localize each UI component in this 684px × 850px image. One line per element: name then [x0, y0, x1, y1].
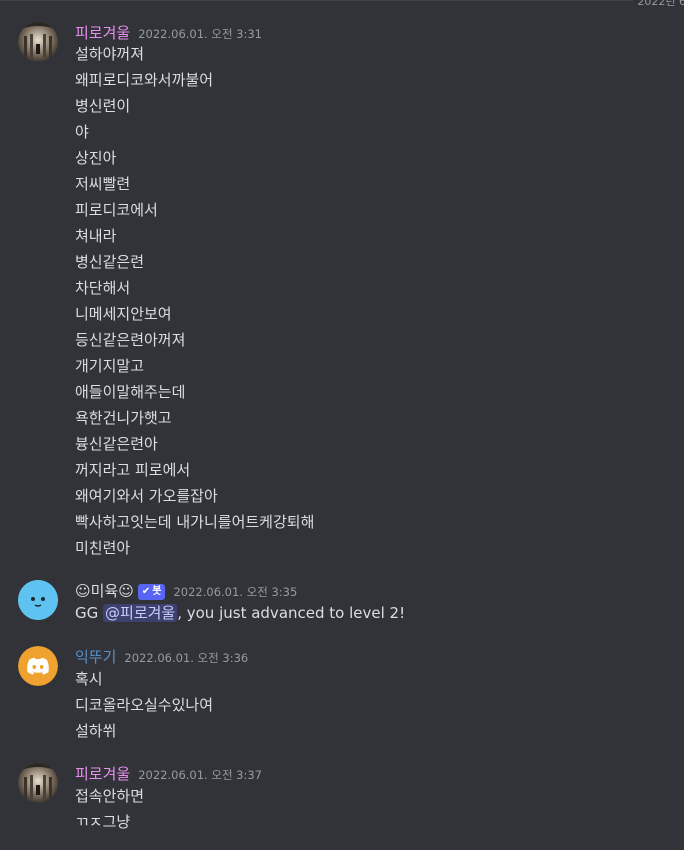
username[interactable]: 피로겨울: [75, 763, 130, 784]
timestamp[interactable]: 2022.06.01. 오전 3:36: [124, 650, 248, 666]
message-line: 븅신같은련아: [75, 435, 158, 453]
message-text: , you just advanced to level 2!: [177, 604, 406, 622]
message-line: 미친련아: [75, 539, 131, 557]
message-line: 설하쒸: [75, 722, 117, 740]
message-line: 피로디코에서: [75, 201, 158, 219]
message-line: 등신같은련아꺼져: [75, 331, 186, 349]
discord-logo-icon: [18, 646, 58, 686]
message-line: 설하야꺼져: [75, 45, 145, 63]
bot-tag-label: 봇: [152, 586, 162, 597]
photo-avatar-icon: [18, 763, 58, 803]
message-text: GG: [75, 604, 104, 622]
message-line: 쳐내라: [75, 227, 117, 245]
message-line: GG @피로겨울, you just advanced to level 2!: [75, 602, 405, 623]
message-line: 병신련이: [75, 97, 131, 115]
message-line: 꺼지라고 피로에서: [75, 461, 191, 479]
timestamp[interactable]: 2022.06.01. 오전 3:37: [138, 767, 262, 783]
user-avatar[interactable]: [18, 646, 58, 686]
message-line: 디코올라오실수있나여: [75, 696, 214, 714]
timestamp[interactable]: 2022.06.01. 오전 3:31: [138, 26, 262, 42]
message-line: 욕한건니가햇고: [75, 409, 172, 427]
message-line: 차단해서: [75, 279, 131, 297]
date-divider: [0, 0, 684, 1]
timestamp[interactable]: 2022.06.01. 오전 3:35: [173, 584, 297, 600]
message-line: 혹시: [75, 670, 103, 688]
message-header: 익뚜기 2022.06.01. 오전 3:36: [75, 646, 248, 667]
date-divider-label: 2022년 6: [633, 0, 684, 9]
message-line: 야: [75, 123, 89, 141]
user-avatar[interactable]: [18, 22, 58, 62]
user-mention[interactable]: @피로겨울: [103, 604, 178, 622]
user-avatar[interactable]: [18, 763, 58, 803]
message-line: ㄲㅈ그냥: [75, 813, 131, 831]
message-line: 저씨빨련: [75, 175, 131, 193]
username[interactable]: ☺미육☺: [75, 580, 134, 601]
message-header: 피로겨울 2022.06.01. 오전 3:31: [75, 22, 262, 43]
bot-avatar[interactable]: [18, 580, 58, 620]
message-line: 병신같은련: [75, 253, 145, 271]
message-line: 애들이말해주는데: [75, 383, 186, 401]
message-line: 니메세지안보여: [75, 305, 172, 323]
message-line: 왜여기와서 가오를잡아: [75, 487, 218, 505]
message-line: 개기지말고: [75, 357, 145, 375]
username[interactable]: 피로겨울: [75, 22, 130, 43]
photo-avatar-icon: [18, 22, 58, 62]
check-icon: ✔: [141, 586, 151, 597]
message-line: 빡사하고잇는데 내가니를어트케강퇴해: [75, 513, 315, 531]
message-header: ☺미육☺ ✔ 봇 2022.06.01. 오전 3:35: [75, 580, 297, 602]
message-line: 상진아: [75, 149, 117, 167]
username[interactable]: 익뚜기: [75, 646, 116, 667]
bot-tag: ✔ 봇: [137, 584, 166, 600]
message-line: 접속안하면: [75, 787, 145, 805]
message-line: 왜피로디코와서까불어: [75, 71, 214, 89]
message-header: 피로겨울 2022.06.01. 오전 3:37: [75, 763, 262, 784]
bot-face-icon: [18, 580, 58, 620]
